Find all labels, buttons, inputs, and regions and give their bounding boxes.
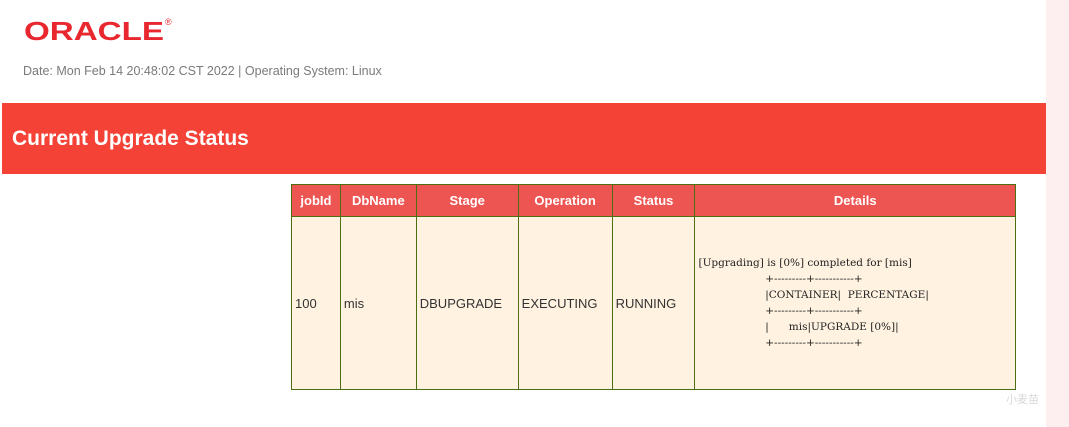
table-header-row: jobId DbName Stage Operation Status Deta… (291, 184, 1016, 217)
cell-operation: EXECUTING (517, 216, 613, 390)
cell-details: [Upgrading] is [0%] completed for [mis] … (694, 216, 1016, 390)
details-text: [Upgrading] is [0%] completed for [mis] … (698, 257, 929, 349)
column-header-jobid: jobId (291, 184, 341, 217)
column-header-dbname: DbName (339, 184, 417, 217)
upgrade-status-table: jobId DbName Stage Operation Status Deta… (291, 184, 1016, 390)
report-page: ORACLE ® Date: Mon Feb 14 20:48:02 CST 2… (0, 0, 1046, 427)
table-row: 100 mis DBUPGRADE EXECUTING RUNNING [Upg… (291, 216, 1016, 390)
report-date-line: Date: Mon Feb 14 20:48:02 CST 2022 | Ope… (23, 64, 382, 78)
cell-dbname: mis (339, 216, 417, 390)
column-header-operation: Operation (517, 184, 613, 217)
registered-mark: ® (165, 17, 172, 27)
oracle-logo: ORACLE ® (24, 16, 174, 46)
oracle-logo-text: ORACLE (24, 16, 164, 46)
cell-stage: DBUPGRADE (415, 216, 519, 390)
column-header-details: Details (694, 184, 1016, 217)
watermark: 小麦苗 (1006, 394, 1039, 406)
column-header-status: Status (611, 184, 696, 217)
cell-status: RUNNING (611, 216, 696, 390)
status-banner: Current Upgrade Status (2, 103, 1046, 174)
column-header-stage: Stage (415, 184, 519, 217)
page-title: Current Upgrade Status (12, 127, 249, 150)
cell-jobid: 100 (291, 216, 341, 390)
oracle-logo-graphic: ORACLE ® (24, 16, 172, 46)
